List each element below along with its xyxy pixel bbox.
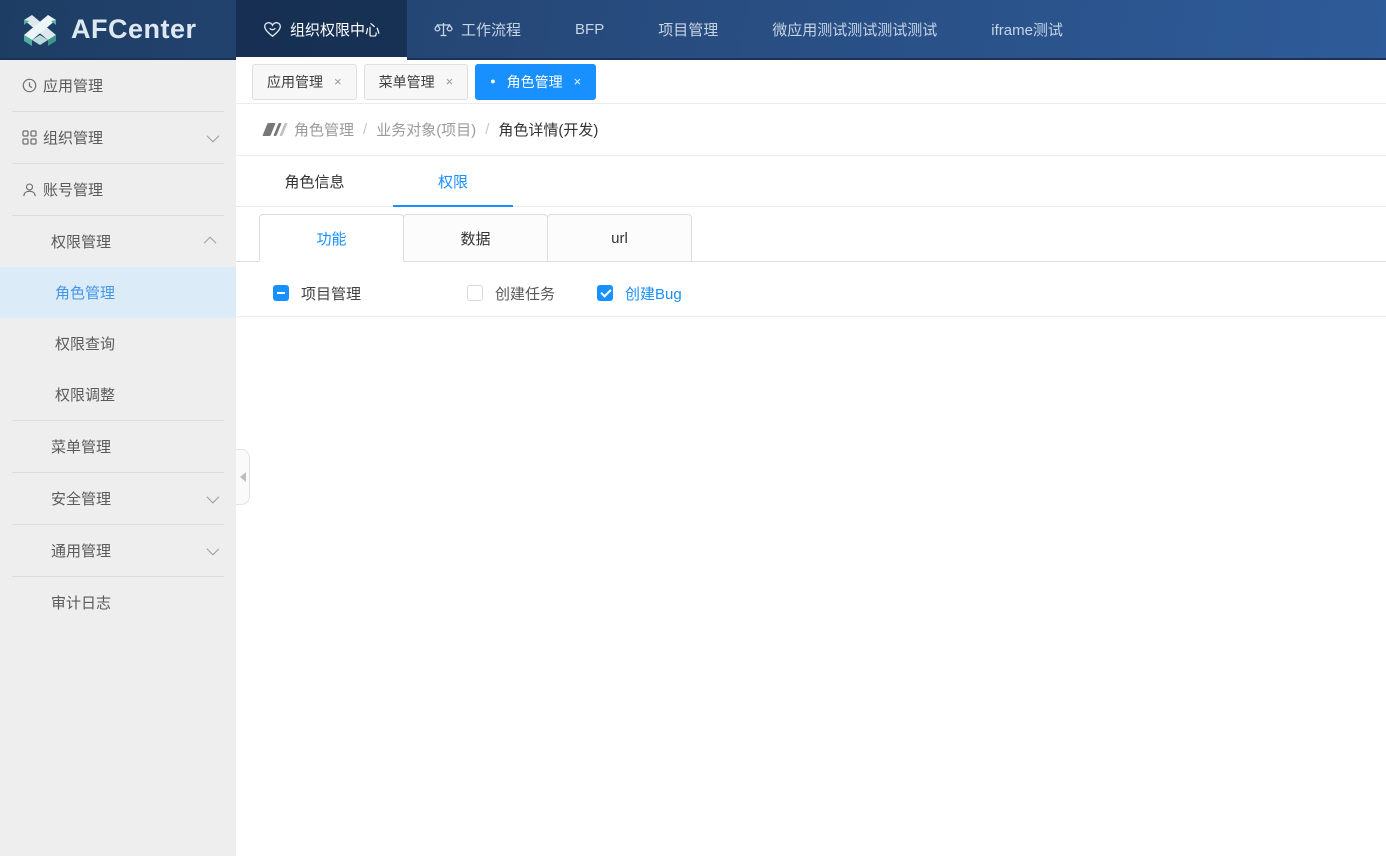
checkbox-label[interactable]: 创建任务 [495,283,555,304]
sidebar-item-permission-management[interactable]: 权限管理 [0,216,236,267]
nav-item-microapp-test[interactable]: 微应用测试测试测试测试 [745,0,964,58]
logo-text: AFCenter [71,14,197,45]
breadcrumb-separator: / [485,121,489,138]
nav-item-label: 工作流程 [461,19,521,40]
permission-type-tabs: 功能 数据 url [236,214,1386,262]
active-dot-icon: ● [490,77,495,86]
breadcrumb-item-role-detail: 角色详情(开发) [498,119,598,140]
sidebar-item-permission-query[interactable]: 权限查询 [0,318,236,369]
nav-item-label: 项目管理 [658,19,718,40]
sidebar-item-permission-adjust[interactable]: 权限调整 [0,369,236,420]
tab-url-permissions[interactable]: url [547,214,692,262]
sidebar: 应用管理 组织管理 账号管理 [0,60,236,856]
scale-icon [434,21,453,38]
logo-cube-icon [20,11,60,47]
sidebar-collapse-handle[interactable] [236,449,250,505]
checkbox-label[interactable]: 创建Bug [625,283,682,304]
tab-label: 数据 [460,228,490,249]
open-tab-role-management[interactable]: ● 角色管理 × [475,64,596,100]
sidebar-item-menu-management[interactable]: 菜单管理 [0,421,236,472]
chevron-down-icon [207,130,220,143]
breadcrumb: 角色管理 / 业务对象(项目) / 角色详情(开发) [236,104,1386,156]
nav-item-iframe-test[interactable]: iframe测试 [964,0,1090,58]
tab-data-permissions[interactable]: 数据 [403,214,548,262]
breadcrumb-item-business-object[interactable]: 业务对象(项目) [376,119,476,140]
detail-tabs: 角色信息 权限 [236,156,1386,207]
sidebar-item-general-management[interactable]: 通用管理 [0,525,236,576]
open-tab-menu-management[interactable]: 菜单管理 × [364,64,469,100]
permission-item-create-bug: 创建Bug [597,283,682,304]
top-nav: 组织权限中心 工作流程 BFP 项目管理 [236,0,1090,58]
checkbox-indeterminate[interactable] [273,285,289,301]
app-root: AFCenter 组织权限中心 [0,0,1386,856]
tab-role-info[interactable]: 角色信息 [236,156,393,206]
close-icon[interactable]: × [334,74,342,89]
tab-label: 角色信息 [284,171,344,192]
checkbox-label[interactable]: 项目管理 [301,283,361,304]
close-icon[interactable]: × [446,74,454,89]
sidebar-item-security-management[interactable]: 安全管理 [0,473,236,524]
chevron-up-icon [204,237,217,250]
chevron-down-icon [207,543,220,556]
nav-item-project-management[interactable]: 项目管理 [631,0,745,58]
main-content: 应用管理 × 菜单管理 × ● 角色管理 × 角色管理 / 业务对象(项目) /… [236,60,1386,856]
top-header: AFCenter 组织权限中心 [0,0,1386,60]
checkbox-checked[interactable] [597,285,613,301]
breadcrumb-item-role-management[interactable]: 角色管理 [294,119,354,140]
permission-item-project-management: 项目管理 [273,283,361,304]
sidebar-item-label: 菜单管理 [51,436,111,457]
tab-label: 权限 [438,171,468,192]
nav-item-label: 组织权限中心 [290,19,380,40]
nav-item-workflow[interactable]: 工作流程 [407,0,548,58]
sidebar-item-label: 权限管理 [51,231,111,252]
open-tab-label: 角色管理 [507,72,563,92]
sidebar-item-label: 角色管理 [55,282,115,303]
sidebar-item-app-management[interactable]: 应用管理 [0,60,236,111]
sidebar-item-org-management[interactable]: 组织管理 [0,112,236,163]
nav-item-org-permission-center[interactable]: 组织权限中心 [236,0,407,58]
sidebar-item-label: 审计日志 [51,592,111,613]
collapse-arrow-icon [240,472,246,482]
clock-icon [22,78,37,93]
sidebar-item-audit-log[interactable]: 审计日志 [0,577,236,628]
sidebar-item-label: 安全管理 [51,488,111,509]
tab-label: url [611,230,628,247]
chevron-down-icon [207,491,220,504]
tab-label: 功能 [316,228,346,249]
nav-item-label: iframe测试 [991,19,1063,40]
checkbox-unchecked[interactable] [467,285,483,301]
sidebar-item-label: 权限查询 [55,333,115,354]
breadcrumb-separator: / [363,121,367,138]
nav-item-label: 微应用测试测试测试测试 [772,19,937,40]
sidebar-item-label: 账号管理 [43,179,103,200]
open-tab-app-management[interactable]: 应用管理 × [252,64,357,100]
permission-tree: 项目管理 创建任务 创建Bug [236,262,1386,317]
open-tab-label: 应用管理 [267,72,323,92]
tab-function-permissions[interactable]: 功能 [259,214,404,262]
sidebar-item-label: 组织管理 [43,127,103,148]
sidebar-item-label: 通用管理 [51,540,111,561]
sidebar-item-label: 权限调整 [55,384,115,405]
permission-item-create-task: 创建任务 [467,283,555,304]
app-logo[interactable]: AFCenter [0,0,236,58]
open-tabs-bar: 应用管理 × 菜单管理 × ● 角色管理 × [236,60,1386,104]
user-icon [22,182,37,198]
nav-item-bfp[interactable]: BFP [548,0,631,58]
tab-permissions[interactable]: 权限 [393,156,513,206]
sidebar-item-label: 应用管理 [43,75,103,96]
sidebar-item-account-management[interactable]: 账号管理 [0,164,236,215]
breadcrumb-slashes-icon [265,123,285,136]
sidebar-item-role-management[interactable]: 角色管理 [0,267,236,318]
org-icon [22,130,37,145]
heart-icon [263,21,282,38]
open-tab-label: 菜单管理 [379,72,435,92]
nav-item-label: BFP [575,21,604,38]
close-icon[interactable]: × [574,74,582,89]
